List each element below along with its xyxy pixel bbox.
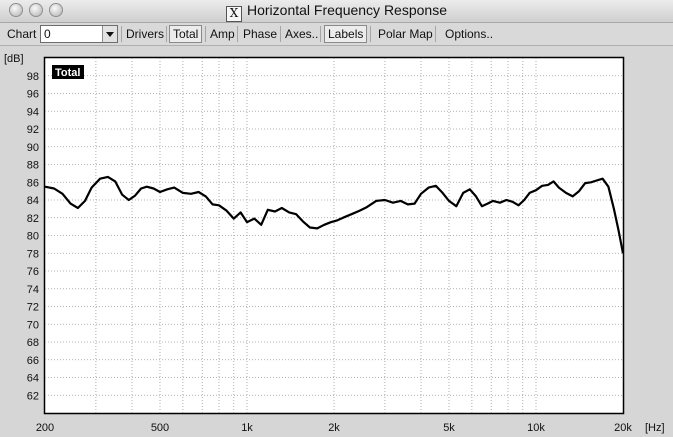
x-tick-label: 2k — [328, 422, 340, 434]
toolbar-separator — [370, 26, 371, 42]
chart-select[interactable]: 0 — [40, 25, 118, 43]
legend-label-total: Total — [55, 67, 80, 79]
y-tick-label: 62 — [27, 390, 39, 402]
y-tick-label: 92 — [27, 124, 39, 136]
drivers-button[interactable]: Drivers — [123, 26, 167, 42]
toolbar-separator — [121, 26, 122, 42]
toolbar-separator — [280, 26, 281, 42]
y-tick-label: 84 — [27, 195, 39, 207]
y-tick-label: 80 — [27, 231, 39, 243]
y-tick-labels: 62 64 66 68 70 72 74 76 78 80 82 84 86 88 90 92 94 96 98 — [27, 71, 39, 403]
x-tick-label: 200 — [36, 422, 54, 434]
toolbar-separator — [166, 26, 167, 42]
x-tick-labels: 200 500 1k 2k 5k 10k 20k — [36, 422, 633, 434]
legend: Total — [52, 65, 84, 79]
title-bar: X Horizontal Frequency Response — [0, 0, 673, 23]
axes-button[interactable]: Axes.. — [282, 26, 321, 42]
toolbar-separator — [237, 26, 238, 42]
x-tick-label: 1k — [241, 422, 253, 434]
y-tick-label: 94 — [27, 106, 39, 118]
y-tick-label: 88 — [27, 160, 39, 172]
y-tick-label: 86 — [27, 177, 39, 189]
y-tick-label: 74 — [27, 284, 39, 296]
y-tick-label: 96 — [27, 89, 39, 101]
chevron-down-icon[interactable] — [102, 26, 117, 42]
window-title: Horizontal Frequency Response — [247, 2, 447, 18]
options-button[interactable]: Options.. — [442, 26, 496, 42]
toolbar-separator — [435, 26, 436, 42]
y-tick-label: 72 — [27, 302, 39, 314]
polar-map-button[interactable]: Polar Map — [375, 26, 436, 42]
y-tick-label: 66 — [27, 355, 39, 367]
x11-icon: X — [226, 6, 242, 22]
phase-button[interactable]: Phase — [240, 26, 280, 42]
y-tick-label: 68 — [27, 337, 39, 349]
toolbar-separator — [320, 26, 321, 42]
toolbar-separator — [205, 26, 206, 42]
y-tick-label: 78 — [27, 248, 39, 260]
window-title-group: X Horizontal Frequency Response — [0, 2, 673, 22]
y-tick-label: 70 — [27, 319, 39, 331]
y-tick-label: 76 — [27, 266, 39, 278]
x-tick-label: 5k — [443, 422, 455, 434]
frequency-response-chart: [dB] [Hz] 62 64 66 68 70 72 74 76 78 80 82 84 86 88 90… — [4, 53, 665, 434]
y-tick-label: 90 — [27, 142, 39, 154]
toolbar: Chart 0 Drivers Total Amp Phase Axes.. L… — [0, 23, 673, 46]
y-axis-label: [dB] — [4, 53, 24, 65]
x-axis-label: [Hz] — [645, 422, 665, 434]
x-tick-label: 20k — [614, 422, 632, 434]
chart-label: Chart — [7, 27, 37, 41]
chart-select-value: 0 — [44, 27, 51, 41]
x-tick-label: 10k — [527, 422, 545, 434]
total-button[interactable]: Total — [169, 25, 203, 43]
y-tick-label: 82 — [27, 213, 39, 225]
y-tick-label: 98 — [27, 71, 39, 83]
y-tick-label: 64 — [27, 373, 39, 385]
amp-button[interactable]: Amp — [207, 26, 238, 42]
labels-button[interactable]: Labels — [324, 25, 368, 43]
x-tick-label: 500 — [151, 422, 169, 434]
